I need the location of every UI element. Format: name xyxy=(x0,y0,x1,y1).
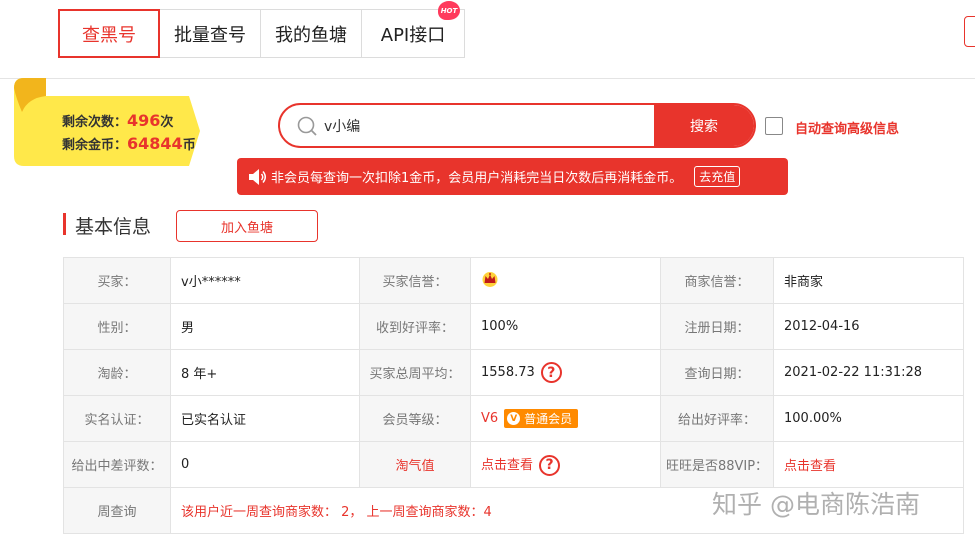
bad-reviews-value: 0 xyxy=(170,441,360,488)
tab-label: 批量查号 xyxy=(174,24,246,46)
notice-text: 非会员每查询一次扣除1金币，会员用户消耗完当日次数后再消耗金币。 xyxy=(271,171,683,186)
header-right-button[interactable] xyxy=(964,16,975,47)
taoqi-link[interactable]: 点击查看 xyxy=(481,458,533,473)
bad-reviews-label: 给出中差评数： xyxy=(63,441,171,488)
wangwang-vip-label: 旺旺是否88VIP： xyxy=(660,441,774,488)
remaining-times-label: 剩余次数： xyxy=(62,115,128,130)
hot-badge: HOT xyxy=(438,1,460,20)
query-date-value: 2021-02-22 11:31:28 xyxy=(773,349,964,396)
taobao-age-label: 淘龄： xyxy=(63,349,171,396)
taoqi-cell: 点击查看? xyxy=(470,441,661,488)
auto-query-label[interactable]: 自动查询高级信息 xyxy=(795,118,899,137)
times-unit: 次 xyxy=(160,115,174,130)
good-rate-given-label: 给出好评率： xyxy=(660,395,774,442)
crown-icon xyxy=(481,271,499,292)
realname-label: 实名认证： xyxy=(63,395,171,442)
member-level-cell: V6 V 普通会员 xyxy=(470,395,661,442)
good-rate-received-value: 100% xyxy=(470,303,661,350)
member-badge: V 普通会员 xyxy=(504,409,579,428)
help-icon[interactable]: ? xyxy=(539,454,561,476)
gender-label: 性别： xyxy=(63,303,171,350)
weekly-query-label: 周查询 xyxy=(63,487,171,534)
buyer-label: 买家： xyxy=(63,257,171,304)
remaining-times: 剩余次数：496次 xyxy=(62,111,173,130)
weekly-avg-cell: 1558.73? xyxy=(470,349,661,396)
table-row: 性别： 男 收到好评率： 100% 注册日期： 2012-04-16 xyxy=(63,303,964,350)
balance-ribbon: 剩余次数：496次 剩余金币：64844币 xyxy=(14,78,200,166)
weekly-avg-value: 1558.73 xyxy=(481,365,535,380)
wangwang-vip-link[interactable]: 点击查看 xyxy=(773,441,964,488)
table-row: 实名认证： 已实名认证 会员等级： V6 V 普通会员 给出好评率： 100.00% xyxy=(63,395,964,442)
member-level-value: V6 xyxy=(481,411,499,426)
tab-api[interactable]: API接口 HOT xyxy=(362,1,465,58)
megaphone-icon xyxy=(247,168,267,186)
page: 查黑号 批量查号 我的鱼塘 API接口 HOT 剩余次数：496次 剩余金币：6… xyxy=(0,0,975,542)
table-row: 给出中差评数： 0 淘气值 点击查看? 旺旺是否88VIP： 点击查看 xyxy=(63,441,964,488)
auto-query-checkbox[interactable] xyxy=(765,117,783,135)
watermark: 知乎 @电商陈浩南 xyxy=(712,490,920,519)
vip-v-icon: V xyxy=(507,412,521,425)
remaining-coins: 剩余金币：64844币 xyxy=(62,134,196,153)
query-date-label: 查询日期： xyxy=(660,349,774,396)
search-input[interactable] xyxy=(318,105,654,146)
search-button[interactable]: 搜索 xyxy=(654,105,754,146)
section-title: 基本信息 xyxy=(75,216,152,238)
tab-check-account[interactable]: 查黑号 xyxy=(58,9,160,58)
add-to-pond-button[interactable]: 加入鱼塘 xyxy=(176,210,318,242)
realname-value: 已实名认证 xyxy=(170,395,360,442)
seller-credit-value: 非商家 xyxy=(773,257,964,304)
top-tabs: 查黑号 批量查号 我的鱼塘 API接口 HOT xyxy=(58,1,465,58)
table-row: 淘龄： 8 年+ 买家总周平均： 1558.73? 查询日期： 2021-02-… xyxy=(63,349,964,396)
section-accent-bar xyxy=(63,213,66,235)
search-icon xyxy=(280,105,318,146)
tab-label: 查黑号 xyxy=(82,24,136,46)
help-icon[interactable]: ? xyxy=(540,362,562,383)
remaining-coins-value: 64844 xyxy=(127,134,183,153)
taobao-age-value: 8 年+ xyxy=(170,349,360,396)
tab-label: 我的鱼塘 xyxy=(275,24,347,46)
good-rate-received-label: 收到好评率： xyxy=(359,303,471,350)
remaining-coins-label: 剩余金币： xyxy=(62,138,128,153)
seller-credit-label: 商家信誉： xyxy=(660,257,774,304)
member-level-label: 会员等级： xyxy=(359,395,471,442)
tab-my-pond[interactable]: 我的鱼塘 xyxy=(261,9,362,58)
gender-value: 男 xyxy=(170,303,360,350)
buyer-credit-label: 买家信誉： xyxy=(359,257,471,304)
coins-unit: 币 xyxy=(182,138,196,153)
member-badge-label: 普通会员 xyxy=(524,412,573,426)
tab-batch-check[interactable]: 批量查号 xyxy=(160,9,261,58)
recharge-button[interactable]: 去充值 xyxy=(694,166,741,187)
register-date-value: 2012-04-16 xyxy=(773,303,964,350)
register-date-label: 注册日期： xyxy=(660,303,774,350)
tab-label: API接口 xyxy=(380,24,446,46)
remaining-times-value: 496 xyxy=(127,111,161,130)
buyer-value: v小****** xyxy=(170,257,360,304)
buyer-credit-value xyxy=(470,257,661,304)
taoqi-label: 淘气值 xyxy=(359,441,471,488)
weekly-avg-label: 买家总周平均： xyxy=(359,349,471,396)
notice-bar: 非会员每查询一次扣除1金币，会员用户消耗完当日次数后再消耗金币。 去充值 xyxy=(237,158,788,195)
good-rate-given-value: 100.00% xyxy=(773,395,964,442)
table-row: 买家： v小****** 买家信誉： 商家信誉： 非商家 xyxy=(63,257,964,304)
search-box: 搜索 xyxy=(278,103,756,148)
